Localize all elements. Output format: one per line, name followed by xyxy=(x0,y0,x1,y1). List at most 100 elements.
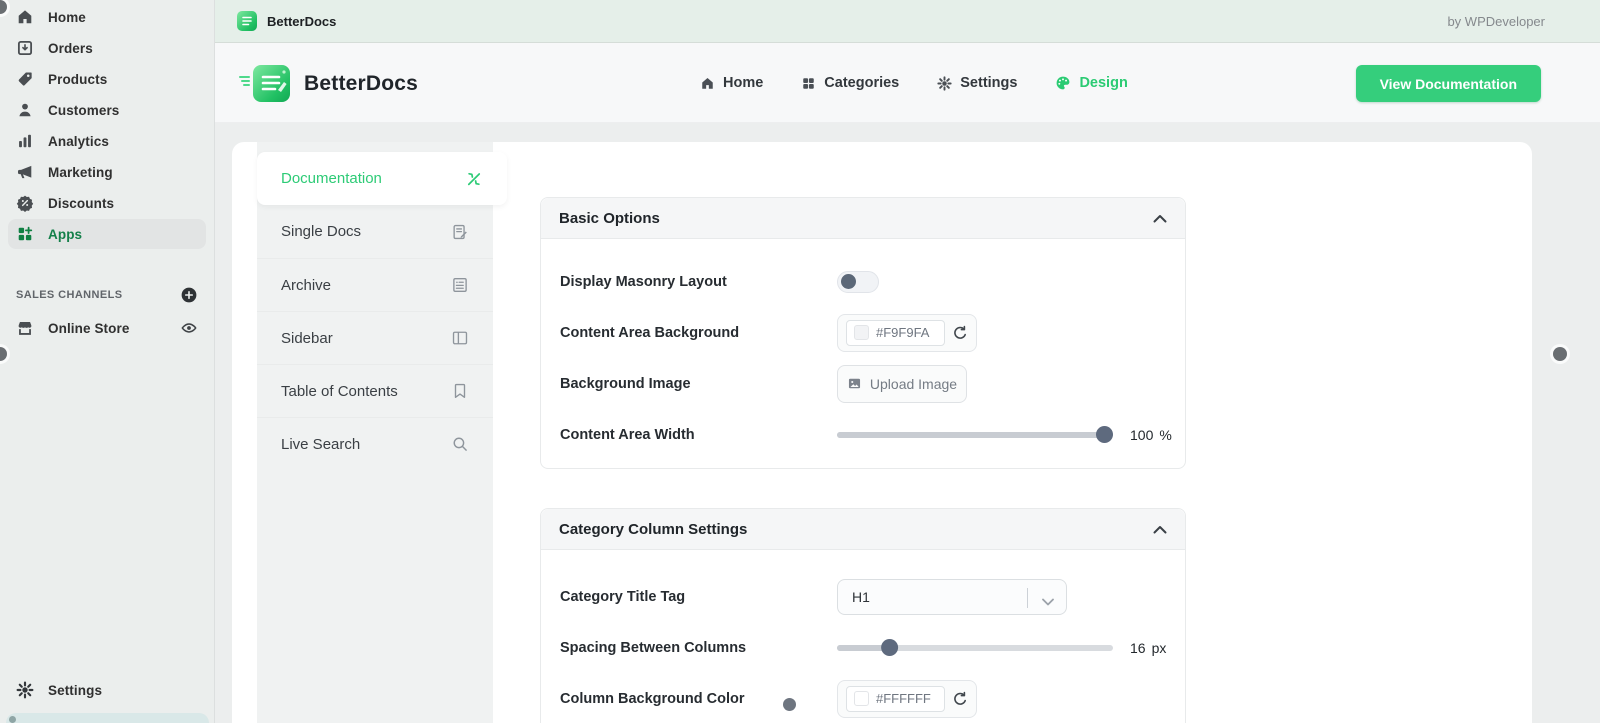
tab-label: Table of Contents xyxy=(281,382,398,400)
tab-archive[interactable]: Archive xyxy=(257,258,493,311)
doc-tabs: Documentation Single Docs Archive Sideba… xyxy=(257,142,507,723)
view-documentation-button[interactable]: View Documentation xyxy=(1355,65,1541,102)
nav-item-categories[interactable]: Categories xyxy=(801,75,899,91)
gear-icon xyxy=(16,681,34,699)
tab-label: Documentation xyxy=(281,170,382,187)
reset-icon[interactable] xyxy=(952,325,968,341)
betterdocs-header: BetterDocs Home Categories Settings Desi… xyxy=(215,43,1600,123)
sidebar-item-label: Products xyxy=(48,71,108,87)
sidebar-item-products[interactable]: Products xyxy=(0,64,214,94)
grid-icon xyxy=(803,77,815,89)
setting-label: Display Masonry Layout xyxy=(560,273,727,290)
nav-item-home[interactable]: Home xyxy=(700,75,763,91)
reset-icon[interactable] xyxy=(952,691,968,707)
chevron-up-icon[interactable] xyxy=(1153,525,1167,534)
color-swatch[interactable] xyxy=(854,325,869,340)
slider-fill xyxy=(837,431,1113,438)
nav-item-label: Categories xyxy=(824,75,900,91)
brand-name: BetterDocs xyxy=(304,71,419,95)
color-hex-field[interactable]: #FFFFFF xyxy=(846,685,945,712)
setting-row-bg-image: Background Image Upload Image xyxy=(541,358,1185,409)
setting-row-content-bg: Content Area Background #F9F9FA xyxy=(541,307,1185,358)
eye-icon[interactable] xyxy=(180,319,198,337)
sidebar-item-discounts[interactable]: Discounts xyxy=(0,188,214,218)
tab-label: Single Docs xyxy=(281,223,362,240)
sidebar-item-home[interactable]: Home xyxy=(0,2,214,32)
setting-label: Content Area Background xyxy=(560,324,740,341)
column-spacing-slider[interactable] xyxy=(837,639,1113,656)
apps-icon xyxy=(18,226,33,241)
tab-single-docs[interactable]: Single Docs xyxy=(257,205,493,258)
discounts-icon xyxy=(16,195,34,212)
tools-icon xyxy=(465,170,483,188)
sidebar-item-analytics[interactable]: Analytics xyxy=(0,126,214,156)
sales-channels-header: SALES CHANNELS xyxy=(0,283,214,307)
avatar xyxy=(9,716,16,723)
tab-live-search[interactable]: Live Search xyxy=(257,417,493,470)
color-hex-field[interactable]: #F9F9FA xyxy=(846,319,945,346)
category-title-tag-select[interactable]: H1 xyxy=(837,578,1067,615)
betterdocs-logo-icon xyxy=(237,11,257,31)
sidebar-item-apps[interactable]: Apps xyxy=(8,219,206,249)
content-bg-color-input[interactable]: #F9F9FA xyxy=(837,313,977,352)
content-width-slider[interactable] xyxy=(837,426,1113,443)
sidebar-item-customers[interactable]: Customers xyxy=(0,95,214,125)
color-swatch[interactable] xyxy=(854,691,869,706)
setting-row-masonry: Display Masonry Layout xyxy=(541,256,1185,307)
setting-row-title-tag: Category Title Tag H1 xyxy=(541,571,1185,622)
masonry-toggle[interactable] xyxy=(837,270,879,293)
sidebar-item-marketing[interactable]: Marketing xyxy=(0,157,214,187)
color-hex-value: #F9F9FA xyxy=(876,325,930,340)
panel-category-column-settings: Category Column Settings Category Title … xyxy=(540,508,1186,723)
slider-value: 100% xyxy=(1130,426,1172,443)
nav-item-label: Design xyxy=(1079,75,1128,91)
sidebar-item-label: Online Store xyxy=(48,320,130,336)
doc-list-icon xyxy=(451,276,469,294)
sidebar-item-label: Customers xyxy=(48,102,120,118)
topbar-app-name: BetterDocs xyxy=(267,13,337,29)
tab-sidebar[interactable]: Sidebar xyxy=(257,311,493,364)
tab-table-of-contents[interactable]: Table of Contents xyxy=(257,364,493,417)
sidebar-item-label: Orders xyxy=(48,40,93,56)
toggle-knob xyxy=(841,274,856,289)
gear-icon xyxy=(937,75,952,91)
panel-title: Basic Options xyxy=(559,209,660,227)
cursor-indicator xyxy=(783,698,796,711)
right-edge-handle[interactable] xyxy=(1553,347,1567,361)
slider-unit: px xyxy=(1151,639,1167,656)
setting-row-column-bg: Column Background Color #FFFFFF xyxy=(541,673,1185,723)
header-nav: Home Categories Settings Design xyxy=(700,43,1128,123)
image-icon xyxy=(848,378,860,389)
marketing-icon xyxy=(17,165,32,179)
column-bg-color-input[interactable]: #FFFFFF xyxy=(837,679,977,718)
upload-image-button[interactable]: Upload Image xyxy=(837,364,967,403)
store-profile-chip[interactable] xyxy=(6,713,209,723)
app-topbar: BetterDocs by WPDeveloper xyxy=(215,0,1600,43)
brand: BetterDocs xyxy=(239,65,419,102)
nav-item-settings[interactable]: Settings xyxy=(937,75,1017,91)
slider-handle[interactable] xyxy=(1096,426,1113,443)
home-icon xyxy=(18,10,32,24)
main-area: Documentation Single Docs Archive Sideba… xyxy=(215,123,1600,723)
panel-header[interactable]: Basic Options xyxy=(541,198,1185,239)
upload-image-label: Upload Image xyxy=(869,375,958,392)
palette-icon xyxy=(1057,76,1070,90)
chevron-up-icon[interactable] xyxy=(1153,214,1167,223)
panel-basic-options: Basic Options Display Masonry Layout Con… xyxy=(540,197,1186,469)
setting-label: Spacing Between Columns xyxy=(560,639,747,656)
search-icon xyxy=(451,435,469,453)
panel-header[interactable]: Category Column Settings xyxy=(541,509,1185,550)
products-icon xyxy=(18,72,32,86)
plus-circle-icon[interactable] xyxy=(180,286,198,304)
setting-row-spacing: Spacing Between Columns 16 px xyxy=(541,622,1185,673)
tab-documentation[interactable]: Documentation xyxy=(257,152,507,205)
sidebar-item-label: Apps xyxy=(48,226,83,242)
layout-columns-icon xyxy=(451,329,469,347)
nav-item-design[interactable]: Design xyxy=(1055,75,1128,91)
sidebar-item-online-store[interactable]: Online Store xyxy=(0,313,214,343)
slider-handle[interactable] xyxy=(881,639,899,656)
sidebar-item-settings[interactable]: Settings xyxy=(0,673,214,707)
setting-row-content-width: Content Area Width 100% xyxy=(541,409,1185,460)
tab-label: Archive xyxy=(281,276,332,294)
sidebar-item-orders[interactable]: Orders xyxy=(0,33,214,63)
